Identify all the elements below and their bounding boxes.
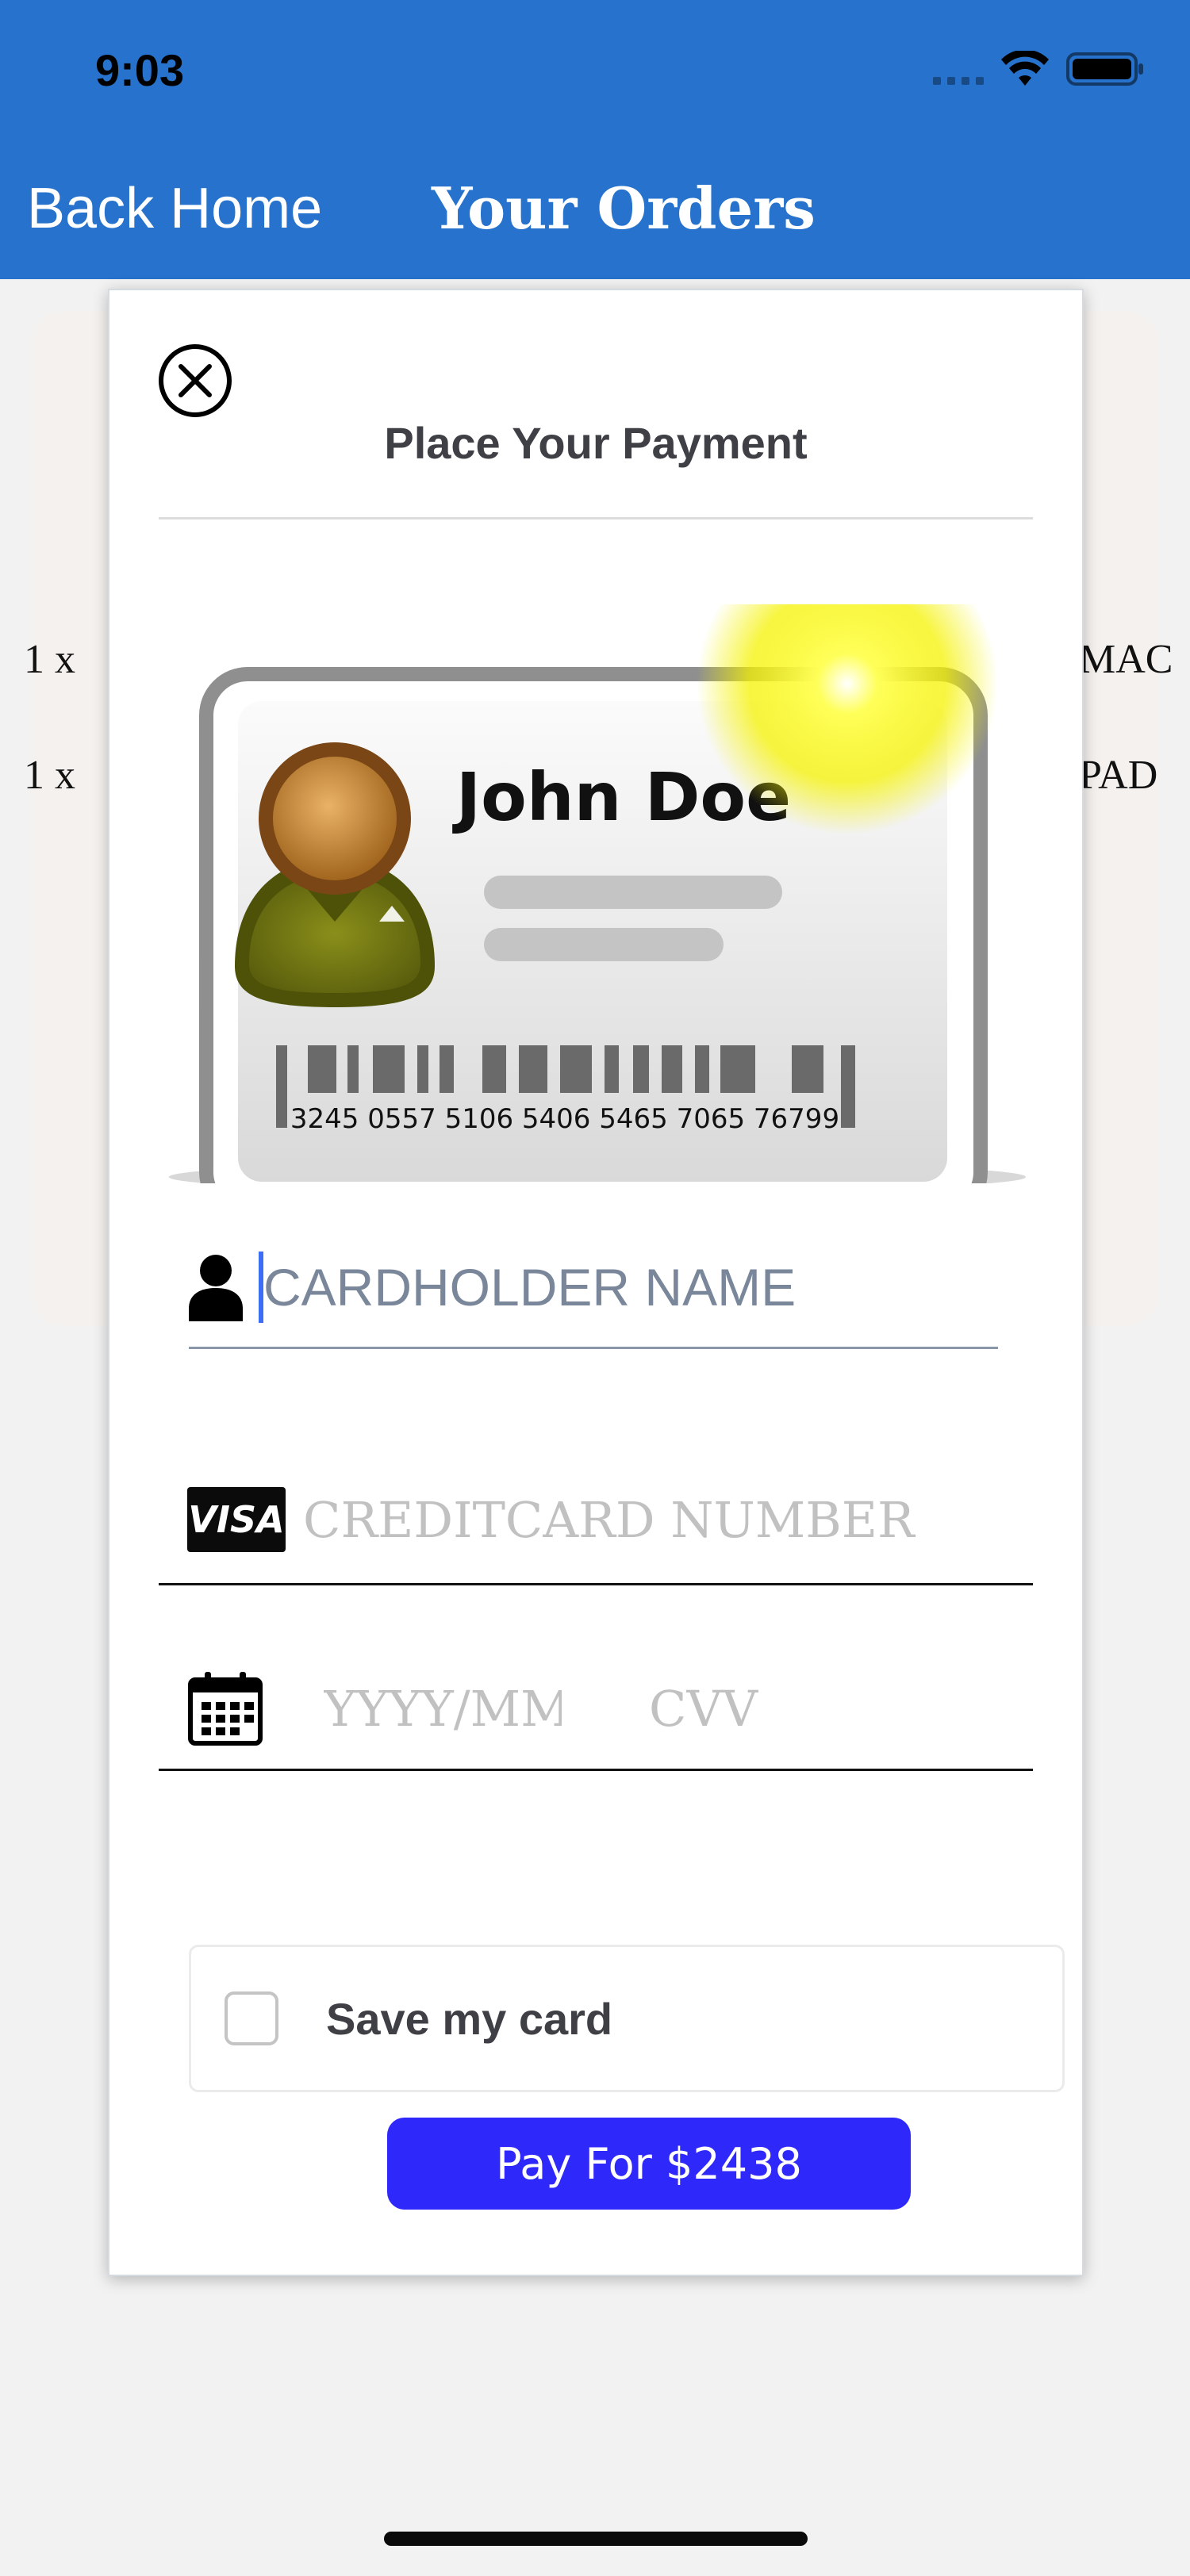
signal-icon	[933, 53, 984, 85]
expiry-cvv-field[interactable]	[159, 1648, 1033, 1771]
cardholder-name-input[interactable]	[263, 1257, 962, 1317]
card-number-input[interactable]	[303, 1490, 1001, 1549]
barcode-number: 3245 0557 5106 5406 5465 7065 76799	[290, 1103, 839, 1135]
page-title: Your Orders	[432, 174, 816, 242]
card-illustration: John Doe 3245 0557 5106 5406 5465 7065 7…	[169, 604, 1026, 1183]
save-card-option[interactable]: Save my card	[189, 1945, 1065, 2092]
card-number-field[interactable]: VISA	[159, 1456, 1033, 1585]
navigation-header: 9:03 Back Home Your Orders	[0, 0, 1190, 279]
payment-modal: Place Your Payment John Doe 3245 0557 51…	[108, 289, 1084, 2276]
wifi-icon	[1001, 51, 1049, 86]
back-home-button[interactable]: Back Home	[27, 176, 322, 241]
order-name: MAC	[1079, 637, 1173, 682]
person-icon	[189, 1255, 243, 1321]
cardholder-name-field[interactable]	[189, 1228, 998, 1349]
status-time: 9:03	[95, 45, 185, 95]
expiry-input[interactable]	[324, 1679, 562, 1738]
visa-icon: VISA	[187, 1487, 286, 1552]
order-qty: 1 x	[24, 753, 75, 798]
battery-icon	[1066, 52, 1143, 86]
calendar-icon	[188, 1672, 263, 1746]
home-indicator[interactable]	[384, 2532, 808, 2546]
cvv-input[interactable]	[649, 1679, 808, 1738]
divider	[159, 517, 1033, 519]
status-icons	[933, 51, 1146, 87]
pay-button[interactable]: Pay For $2438	[387, 2118, 911, 2210]
order-qty: 1 x	[24, 637, 75, 682]
order-name: PAD	[1079, 753, 1158, 798]
modal-title: Place Your Payment	[384, 418, 808, 468]
save-card-label: Save my card	[326, 1993, 613, 2044]
save-card-checkbox[interactable]	[225, 1991, 278, 2045]
close-icon[interactable]	[157, 343, 233, 419]
